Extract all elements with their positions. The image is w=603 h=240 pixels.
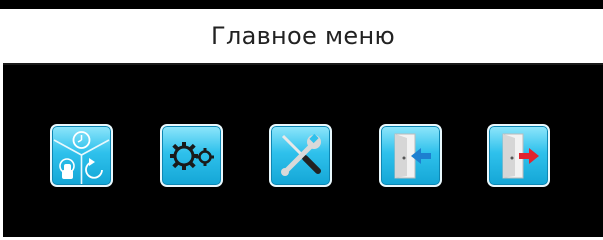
tools-icon bbox=[281, 133, 321, 176]
page-title: Главное меню bbox=[211, 22, 395, 50]
modes-button[interactable] bbox=[50, 124, 113, 187]
clock-modes-icon bbox=[53, 131, 110, 184]
settings-button[interactable] bbox=[160, 124, 223, 187]
top-edge bbox=[0, 0, 603, 9]
login-button[interactable] bbox=[379, 124, 442, 187]
door-enter-icon bbox=[394, 133, 431, 179]
title-bar: Главное меню bbox=[3, 9, 603, 65]
service-button[interactable] bbox=[269, 124, 332, 187]
door-exit-icon bbox=[502, 133, 539, 179]
gears-icon bbox=[170, 142, 214, 170]
logout-button[interactable] bbox=[487, 124, 550, 187]
